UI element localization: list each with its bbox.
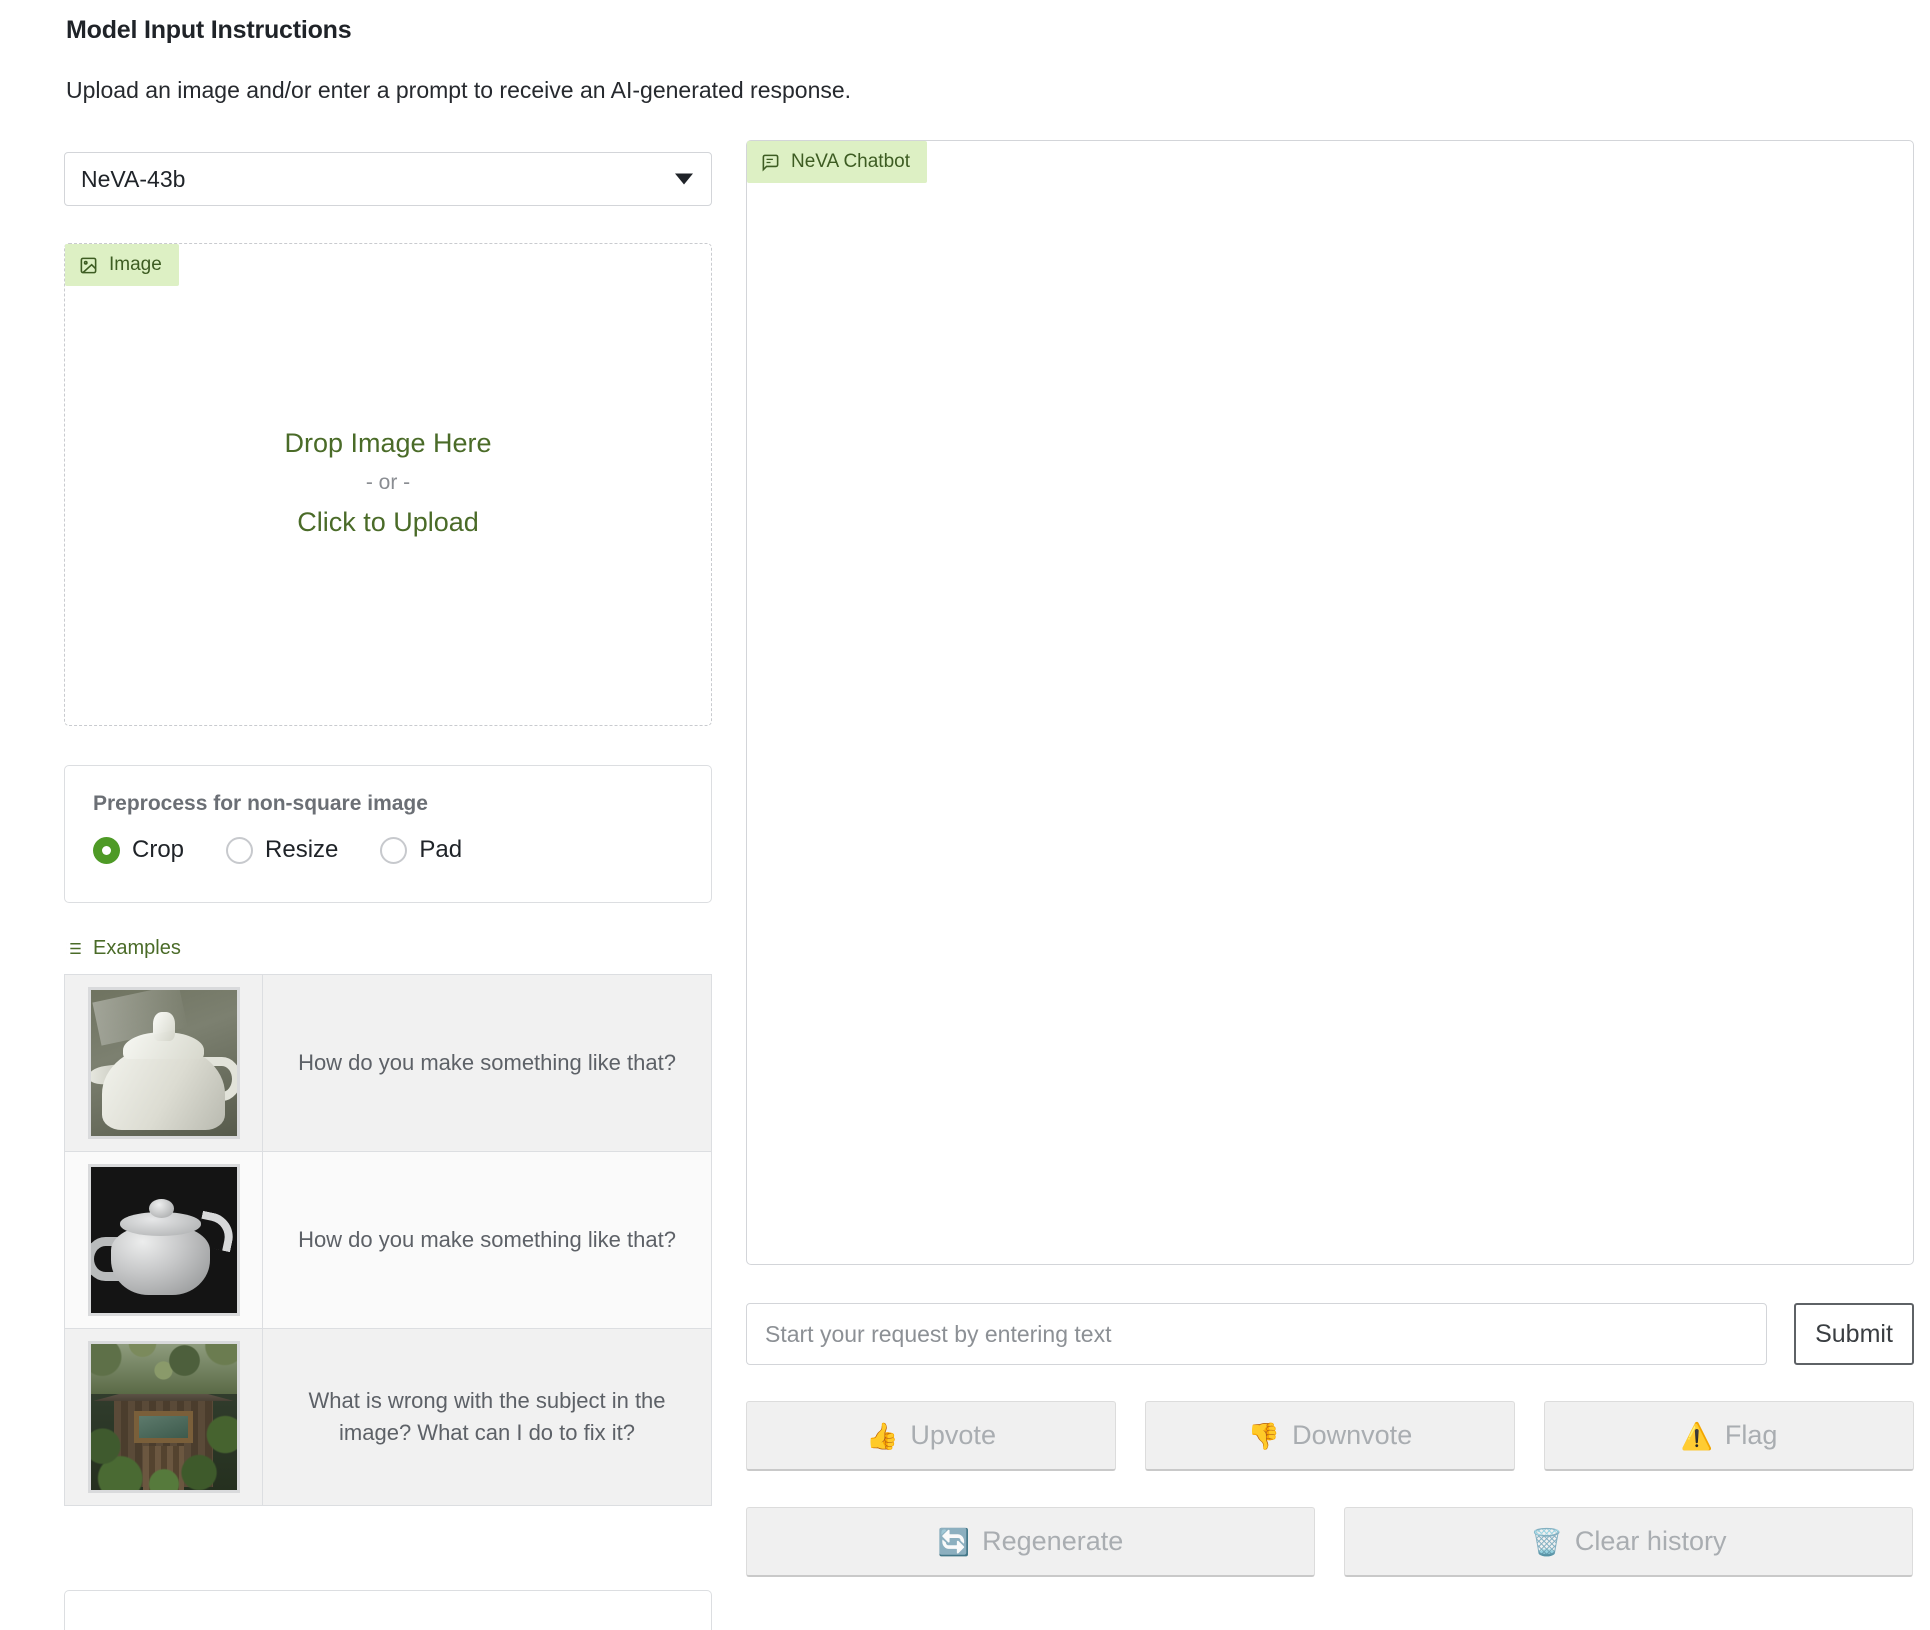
- list-icon: [66, 942, 81, 955]
- flag-button[interactable]: ⚠️ Flag: [1544, 1401, 1914, 1471]
- radio-indicator-resize[interactable]: [226, 836, 254, 864]
- or-separator-text: - or -: [365, 471, 411, 495]
- regenerate-label: Regenerate: [982, 1526, 1124, 1556]
- image-tab-label: Image: [109, 254, 162, 275]
- example-thumbnail-cell: [65, 1329, 263, 1505]
- trash-icon: 🗑️: [1530, 1526, 1563, 1557]
- upvote-label: Upvote: [910, 1420, 996, 1450]
- radio-label-resize: Resize: [265, 836, 339, 863]
- chat-bubble-icon: [762, 154, 779, 172]
- radio-indicator-crop[interactable]: [93, 836, 120, 864]
- warning-icon: ⚠️: [1680, 1420, 1713, 1451]
- submit-button[interactable]: Submit: [1794, 1303, 1914, 1365]
- image-tab[interactable]: Image: [65, 244, 179, 286]
- example-prompt-text: How do you make something like that?: [298, 1050, 676, 1076]
- chatbot-tab-label: NeVA Chatbot: [791, 151, 911, 172]
- page-subtitle: Upload an image and/or enter a prompt to…: [66, 77, 852, 103]
- flag-label: Flag: [1724, 1420, 1778, 1450]
- example-row[interactable]: How do you make something like that?: [65, 1151, 711, 1328]
- example-prompt-text: What is wrong with the subject in the im…: [308, 1388, 666, 1445]
- example-row[interactable]: How do you make something like that?: [65, 974, 711, 1151]
- example-prompt-text: How do you make something like that?: [298, 1227, 676, 1253]
- downvote-button[interactable]: 👎 Downvote: [1145, 1401, 1515, 1471]
- example-thumbnail-cell: [65, 1152, 263, 1328]
- radio-indicator-pad[interactable]: [380, 836, 408, 864]
- chevron-down-icon: [675, 173, 693, 185]
- prompt-row: Start your request by entering text Subm…: [746, 1303, 1914, 1365]
- examples-table: How do you make something like that? How…: [64, 974, 712, 1506]
- radio-option-pad[interactable]: Pad: [380, 836, 462, 864]
- bottom-panel-partial: [64, 1590, 712, 1630]
- example-thumbnail-cell: [65, 975, 263, 1151]
- clear-history-label: Clear history: [1574, 1526, 1727, 1556]
- prompt-input[interactable]: Start your request by entering text: [746, 1303, 1767, 1365]
- chatbot-tab[interactable]: NeVA Chatbot: [747, 141, 928, 183]
- radio-label-crop: Crop: [132, 836, 185, 863]
- downvote-label: Downvote: [1292, 1420, 1413, 1450]
- image-dropzone[interactable]: Image Drop Image Here - or - Click to Up…: [64, 243, 712, 726]
- dropzone-text: Drop Image Here - or - Click to Upload: [65, 424, 711, 542]
- refresh-icon: 🔄: [937, 1526, 971, 1557]
- examples-header: Examples: [64, 937, 712, 960]
- action-button-row: 🔄 Regenerate 🗑️ Clear history: [746, 1507, 1914, 1577]
- thumbs-up-icon: 👍: [866, 1420, 899, 1451]
- example-thumbnail-image: [87, 987, 240, 1139]
- model-select[interactable]: NeVA-43b: [64, 152, 712, 206]
- preprocess-label: Preprocess for non-square image: [93, 792, 428, 815]
- radio-option-resize[interactable]: Resize: [226, 836, 338, 864]
- radio-label-pad: Pad: [419, 836, 463, 863]
- preprocess-radio-row: Crop Resize Pad: [93, 836, 683, 864]
- click-to-upload-text[interactable]: Click to Upload: [65, 503, 711, 542]
- preprocess-group: Preprocess for non-square image Crop Res…: [64, 765, 712, 903]
- examples-label: Examples: [93, 937, 181, 959]
- upvote-button[interactable]: 👍 Upvote: [746, 1401, 1116, 1471]
- drop-image-here-text: Drop Image Here: [284, 428, 492, 458]
- input-panel: NeVA-43b Image Drop Image Here - or - Cl…: [64, 152, 712, 1506]
- image-icon: [80, 257, 97, 273]
- clear-history-button[interactable]: 🗑️ Clear history: [1344, 1507, 1913, 1577]
- chat-panel-column: NeVA Chatbot Start your request by enter…: [746, 140, 1914, 1577]
- model-select-value: NeVA-43b: [81, 165, 186, 192]
- feedback-button-row: 👍 Upvote 👎 Downvote ⚠️ Flag: [746, 1401, 1914, 1471]
- example-row[interactable]: What is wrong with the subject in the im…: [65, 1328, 711, 1505]
- chat-message-list[interactable]: [747, 185, 1913, 1264]
- example-thumbnail-image: [87, 1164, 240, 1316]
- regenerate-button[interactable]: 🔄 Regenerate: [746, 1507, 1315, 1577]
- example-thumbnail-image: [87, 1341, 240, 1493]
- thumbs-down-icon: 👎: [1247, 1420, 1281, 1451]
- chatbot-panel: NeVA Chatbot: [746, 140, 1914, 1265]
- page-title: Model Input Instructions: [66, 16, 352, 44]
- radio-option-crop[interactable]: Crop: [93, 836, 184, 864]
